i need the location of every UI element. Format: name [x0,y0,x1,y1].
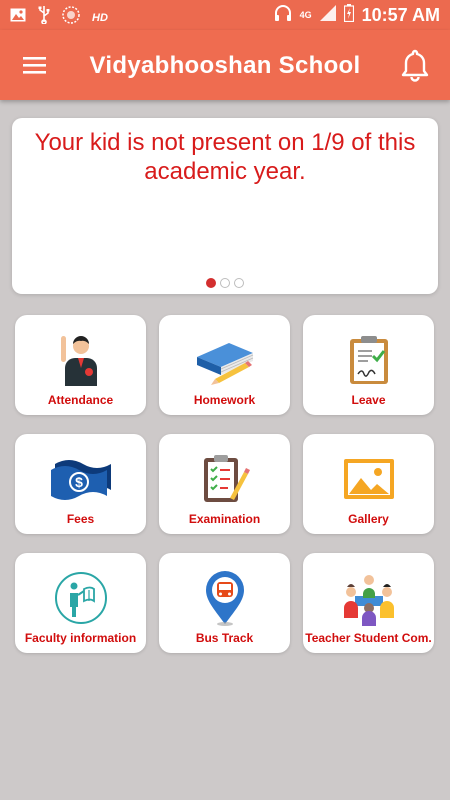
record-icon [62,6,80,29]
bus-track-icon [159,569,290,627]
gallery-icon [303,450,434,508]
svg-text:$: $ [75,474,83,490]
teacher-student-icon [303,569,434,627]
tile-label: Teacher Student Com. [305,631,432,645]
clock: 10:57 AM [361,5,440,25]
app-title: Vidyabhooshan School [89,52,361,79]
battery-icon [343,4,354,27]
signal-icon [319,5,336,26]
leave-tile[interactable]: Leave [303,315,434,415]
teacher-student-com-tile[interactable]: Teacher Student Com. [303,553,434,653]
tile-label: Leave [351,393,386,407]
tile-label: Fees [66,512,95,526]
notice-carousel[interactable]: Your kid is not present on 1/9 of this a… [12,118,438,294]
faculty-icon [15,569,146,627]
tile-label: Gallery [348,512,389,526]
examination-tile[interactable]: Examination [159,434,290,534]
fees-icon: $ [15,450,146,508]
carousel-dot-1[interactable] [206,278,216,288]
usb-icon [38,6,50,29]
attendance-tile[interactable]: Attendance [15,315,146,415]
homework-icon [159,331,290,389]
status-right-icons: 4G 10:57 AM [274,4,440,27]
carousel-indicators [12,278,438,288]
examination-icon [159,450,290,508]
tile-label: Bus Track [195,631,254,645]
attendance-icon [15,331,146,389]
fees-tile[interactable]: $ Fees [15,434,146,534]
status-bar: HD 4G 10:57 AM [0,0,450,30]
carousel-dot-2[interactable] [220,278,230,288]
app-bar: Vidyabhooshan School [0,30,450,100]
notifications-button[interactable] [400,48,430,82]
network-type: 4G [299,10,312,20]
leave-icon [303,331,434,389]
tile-label: Faculty information [24,631,137,645]
tile-label: Homework [193,393,256,407]
gallery-tile[interactable]: Gallery [303,434,434,534]
headphones-icon [274,4,292,27]
homework-tile[interactable]: Homework [159,315,290,415]
status-left-icons: HD [10,6,108,29]
tile-label: Examination [188,512,261,526]
tile-label: Attendance [47,393,114,407]
bus-track-tile[interactable]: Bus Track [159,553,290,653]
hd-indicator: HD [92,11,108,24]
bell-icon [401,49,429,82]
carousel-dot-3[interactable] [234,278,244,288]
attendance-notice: Your kid is not present on 1/9 of this a… [34,129,416,185]
image-notification-icon [10,8,26,27]
faculty-information-tile[interactable]: Faculty information [15,553,146,653]
